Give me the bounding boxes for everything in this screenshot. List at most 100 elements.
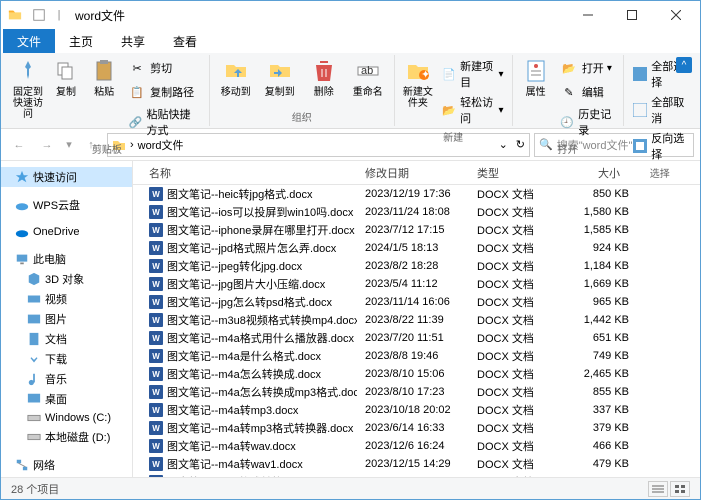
docx-icon: W	[149, 421, 163, 435]
tab-share[interactable]: 共享	[107, 29, 159, 53]
file-row[interactable]: W图文笔记--ios可以投屏到win10吗.docx2023/11/24 18:…	[133, 203, 700, 221]
file-date: 2023/7/12 17:15	[357, 224, 469, 236]
tree-music[interactable]: 音乐	[1, 369, 132, 389]
tree-quick-access[interactable]: 快速访问	[1, 167, 132, 187]
cut-button[interactable]: ✂剪切	[125, 57, 203, 79]
copy-button[interactable]: 复制	[49, 55, 83, 100]
minimize-button[interactable]	[566, 1, 610, 29]
pin-button[interactable]: 固定到快速访问	[11, 55, 45, 122]
paste-shortcut-button[interactable]: 🔗粘贴快捷方式	[125, 105, 203, 139]
new-item-button[interactable]: 📄新建项目 ▾	[439, 57, 506, 91]
open-button[interactable]: 📂打开 ▾	[557, 57, 617, 79]
item-count: 28 个项目	[11, 481, 59, 497]
close-button[interactable]	[654, 1, 698, 29]
file-name: 图文笔记--m4a转mp3.docx	[167, 402, 298, 418]
group-organize: 组织	[292, 109, 312, 124]
file-list[interactable]: W图文笔记--heic转jpg格式.docx2023/12/19 17:36DO…	[133, 185, 700, 477]
tree-desktop[interactable]: 桌面	[1, 389, 132, 409]
file-date: 2023/8/8 19:46	[357, 350, 469, 362]
tree-network[interactable]: 网络	[1, 455, 132, 475]
file-date: 2023/8/22 11:39	[357, 314, 469, 326]
tab-home[interactable]: 主页	[55, 29, 107, 53]
tree-this-pc[interactable]: 此电脑	[1, 249, 132, 269]
file-row[interactable]: W图文笔记--jpg图片大小压缩.docx2023/5/4 11:12DOCX …	[133, 275, 700, 293]
group-new: 新建	[443, 129, 463, 144]
tree-downloads[interactable]: 下载	[1, 349, 132, 369]
properties-icon	[522, 57, 550, 85]
tree-pictures[interactable]: 图片	[1, 309, 132, 329]
delete-button[interactable]: 删除	[304, 55, 344, 100]
new-folder-button[interactable]: ✦新建文件夹	[401, 55, 435, 111]
file-row[interactable]: W图文笔记--m4a转mp3.docx2023/10/18 20:02DOCX …	[133, 401, 700, 419]
file-type: DOCX 文档	[469, 330, 557, 346]
file-type: DOCX 文档	[469, 276, 557, 292]
tree-drive-c[interactable]: Windows (C:)	[1, 409, 132, 427]
tree-videos[interactable]: 视频	[1, 289, 132, 309]
file-size: 965 KB	[557, 296, 637, 308]
file-row[interactable]: W图文笔记--jpd格式照片怎么弄.docx2024/1/5 18:13DOCX…	[133, 239, 700, 257]
docx-icon: W	[149, 241, 163, 255]
move-to-button[interactable]: 移动到	[216, 55, 256, 100]
history-icon: 🕘	[559, 112, 575, 132]
view-details-button[interactable]	[648, 481, 668, 497]
file-row[interactable]: W图文笔记--m4a怎么转换成mp3格式.docx2023/8/10 17:23…	[133, 383, 700, 401]
paste-button[interactable]: 粘贴	[87, 55, 121, 100]
file-row[interactable]: W图文笔记--m4a转mp3格式转换器.docx2023/6/14 16:33D…	[133, 419, 700, 437]
rename-button[interactable]: ab重命名	[348, 55, 388, 100]
copy-path-button[interactable]: 📋复制路径	[125, 81, 203, 103]
file-row[interactable]: W图文笔记--m3u8视频格式转换mp4.docx2023/8/22 11:39…	[133, 311, 700, 329]
file-row[interactable]: W图文笔记--jpeg转化jpg.docx2023/8/2 18:28DOCX …	[133, 257, 700, 275]
file-size: 1,184 KB	[557, 260, 637, 272]
file-row[interactable]: W图文笔记--heic转jpg格式.docx2023/12/19 17:36DO…	[133, 185, 700, 203]
tab-view[interactable]: 查看	[159, 29, 211, 53]
file-row[interactable]: W图文笔记--jpg怎么转psd格式.docx2023/11/14 16:06D…	[133, 293, 700, 311]
file-type: DOCX 文档	[469, 384, 557, 400]
pin-icon	[14, 57, 42, 85]
chevron-down-icon[interactable]: ⌄	[499, 138, 508, 151]
desktop-icon	[27, 392, 41, 406]
col-size[interactable]: 大小	[557, 161, 637, 184]
col-date[interactable]: 修改日期	[357, 161, 469, 184]
ribbon-help-button[interactable]: ^	[676, 57, 692, 73]
file-row[interactable]: W图文笔记--m4a转wav1.docx2023/12/15 14:29DOCX…	[133, 455, 700, 473]
docx-icon: W	[149, 205, 163, 219]
qat-open-icon[interactable]	[31, 7, 47, 23]
open-icon: 📂	[559, 58, 579, 78]
file-type: DOCX 文档	[469, 402, 557, 418]
tree-onedrive[interactable]: OneDrive	[1, 223, 132, 241]
maximize-button[interactable]	[610, 1, 654, 29]
file-date: 2023/6/14 16:33	[357, 422, 469, 434]
tree-drive-d[interactable]: 本地磁盘 (D:)	[1, 427, 132, 447]
tree-wps[interactable]: WPS云盘	[1, 195, 132, 215]
edit-button[interactable]: ✎编辑	[557, 81, 617, 103]
select-none-button[interactable]: 全部取消	[630, 93, 691, 127]
properties-button[interactable]: 属性	[519, 55, 553, 100]
docx-icon: W	[149, 331, 163, 345]
file-size: 1,442 KB	[557, 314, 637, 326]
file-row[interactable]: W图文笔记--iphone录屏在哪里打开.docx2023/7/12 17:15…	[133, 221, 700, 239]
tree-documents[interactable]: 文档	[1, 329, 132, 349]
tab-file[interactable]: 文件	[3, 29, 55, 53]
file-row[interactable]: W图文笔记--m4a怎么转换成.docx2023/8/10 15:06DOCX …	[133, 365, 700, 383]
tree-3d-objects[interactable]: 3D 对象	[1, 269, 132, 289]
nav-tree[interactable]: 快速访问 WPS云盘 OneDrive 此电脑 3D 对象 视频 图片 文档 下…	[1, 161, 133, 477]
search-icon: 🔍	[539, 138, 553, 151]
group-open: 打开	[558, 141, 578, 156]
copy-to-button[interactable]: 复制到	[260, 55, 300, 100]
col-type[interactable]: 类型	[469, 161, 557, 184]
file-row[interactable]: W图文笔记--m4a格式用什么播放器.docx2023/7/20 11:51DO…	[133, 329, 700, 347]
invert-selection-button[interactable]: 反向选择	[630, 129, 691, 163]
file-row[interactable]: W图文笔记--m4a转wav.docx2023/12/6 16:24DOCX 文…	[133, 437, 700, 455]
picture-icon	[27, 312, 41, 326]
file-size: 379 KB	[557, 422, 637, 434]
view-icons-button[interactable]	[670, 481, 690, 497]
document-icon	[27, 332, 41, 346]
easy-access-button[interactable]: 📂轻松访问 ▾	[439, 93, 506, 127]
refresh-button[interactable]: ↻	[516, 138, 525, 151]
file-name: 图文笔记--m4a转wav1.docx	[167, 456, 303, 472]
col-name[interactable]: 名称	[141, 161, 357, 184]
file-type: DOCX 文档	[469, 312, 557, 328]
file-row[interactable]: W图文笔记--m4a是什么格式.docx2023/8/8 19:46DOCX 文…	[133, 347, 700, 365]
history-button[interactable]: 🕘历史记录	[557, 105, 617, 139]
file-name: 图文笔记--m4a是什么格式.docx	[167, 348, 321, 364]
